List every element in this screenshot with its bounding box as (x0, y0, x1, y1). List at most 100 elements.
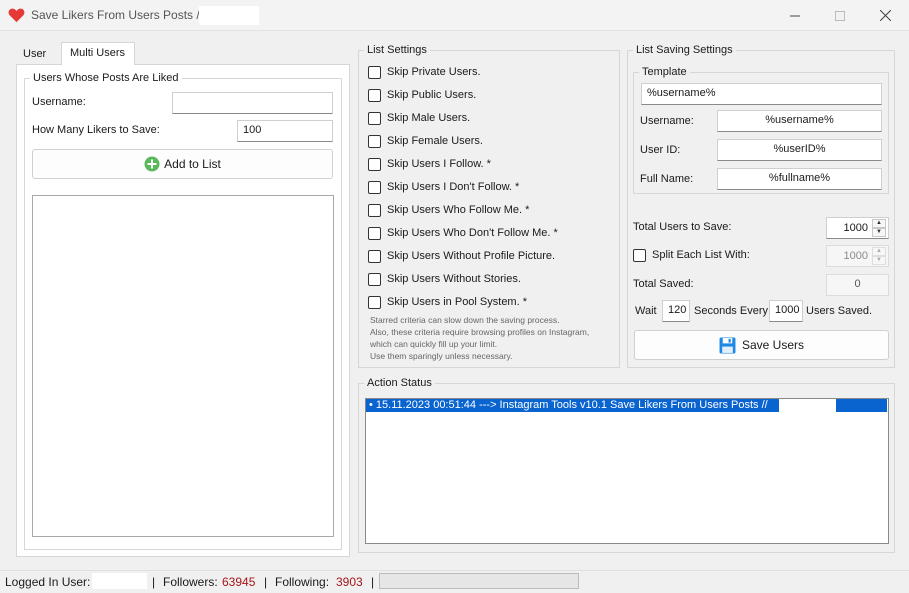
checkbox-label: Skip Users Who Follow Me. * (387, 204, 530, 216)
checkbox-box (368, 249, 381, 263)
criteria-note-line: which can quickly fill up your limit. (370, 339, 498, 349)
users-every-input[interactable]: 1000 (769, 300, 803, 322)
total-users-label: Total Users to Save: (633, 221, 732, 233)
fullname-placeholder-field[interactable]: %fullname% (717, 168, 882, 190)
template-fullname-label: Full Name: (640, 173, 694, 185)
skip-dont-follow-me-checkbox[interactable]: Skip Users Who Don't Follow Me. * (368, 225, 558, 241)
skip-male-checkbox[interactable]: Skip Male Users. (368, 110, 470, 126)
following-label: Following: (275, 575, 330, 589)
status-separator: | (371, 575, 375, 589)
split-count-stepper[interactable]: 1000 ▲ ▼ (826, 245, 889, 267)
list-settings-legend: List Settings (364, 44, 430, 56)
users-group-legend: Users Whose Posts Are Liked (30, 72, 182, 84)
checkbox-label: Skip Female Users. (387, 135, 483, 147)
skip-i-dont-follow-checkbox[interactable]: Skip Users I Don't Follow. * (368, 179, 519, 195)
template-legend: Template (639, 66, 690, 78)
checkbox-label: Skip Users I Don't Follow. * (387, 181, 520, 193)
checkbox-box (368, 295, 381, 309)
logged-in-label: Logged In User: (5, 575, 91, 589)
checkbox-box (368, 180, 381, 194)
checkbox-box (368, 134, 381, 148)
skip-pool-system-checkbox[interactable]: Skip Users in Pool System. * (368, 294, 527, 310)
skip-follow-me-checkbox[interactable]: Skip Users Who Follow Me. * (368, 202, 529, 218)
checkbox-box (368, 272, 381, 286)
checkbox-label: Split Each List With: (652, 249, 750, 261)
stepper-down-icon[interactable]: ▼ (872, 228, 886, 237)
add-to-list-label: Add to List (164, 157, 221, 171)
redacted-title-text (199, 6, 259, 25)
minimize-button[interactable] (772, 0, 818, 31)
template-username-label: Username: (640, 115, 694, 127)
total-saved-label: Total Saved: (633, 278, 694, 290)
users-listbox[interactable] (32, 195, 334, 537)
checkbox-label: Skip Public Users. (387, 89, 477, 101)
heart-icon (8, 8, 25, 23)
likers-count-input[interactable]: 100 (237, 120, 333, 142)
split-list-checkbox[interactable]: Split Each List With: (633, 247, 750, 263)
stepper-up-icon[interactable]: ▲ (872, 247, 886, 256)
redacted-username (779, 399, 836, 412)
criteria-note-line: Use them sparingly unless necessary. (370, 351, 513, 361)
checkbox-label: Skip Users Without Stories. (387, 273, 521, 285)
checkbox-box (368, 65, 381, 79)
skip-no-stories-checkbox[interactable]: Skip Users Without Stories. (368, 271, 521, 287)
status-separator: | (264, 575, 268, 589)
wait-seconds-input[interactable]: 120 (662, 300, 690, 322)
progress-bar (379, 573, 579, 589)
username-label: Username: (32, 96, 86, 108)
likers-count-label: How Many Likers to Save: (32, 124, 160, 136)
skip-private-checkbox[interactable]: Skip Private Users. (368, 64, 481, 80)
userid-placeholder-field[interactable]: %userID% (717, 139, 882, 161)
split-count-value: 1000 (843, 250, 868, 262)
action-status-listbox[interactable] (365, 398, 889, 544)
followers-label: Followers: (163, 575, 218, 589)
checkbox-label: Skip Private Users. (387, 66, 481, 78)
followers-count: 63945 (222, 575, 256, 589)
checkbox-label: Skip Users Who Don't Follow Me. * (387, 227, 558, 239)
template-input[interactable]: %username% (641, 83, 882, 105)
save-users-label: Save Users (741, 338, 805, 352)
checkbox-label: Skip Users I Follow. * (387, 158, 491, 170)
username-input[interactable] (172, 92, 333, 114)
skip-female-checkbox[interactable]: Skip Female Users. (368, 133, 483, 149)
criteria-note-line: Starred criteria can slow down the savin… (370, 315, 560, 325)
redacted-logged-user (92, 573, 147, 589)
skip-i-follow-checkbox[interactable]: Skip Users I Follow. * (368, 156, 491, 172)
total-users-stepper[interactable]: 1000 ▲ ▼ (826, 217, 889, 239)
checkbox-box (368, 157, 381, 171)
add-to-list-button[interactable]: Add to List (32, 149, 333, 179)
maximize-icon (835, 10, 845, 21)
close-button[interactable] (862, 0, 908, 31)
following-count: 3903 (336, 575, 363, 589)
save-users-button[interactable]: Save Users (634, 330, 889, 360)
checkbox-box (633, 248, 646, 262)
checkbox-box (368, 88, 381, 102)
username-placeholder-field[interactable]: %username% (717, 110, 882, 132)
checkbox-label: Skip Users Without Profile Picture. (387, 250, 556, 262)
checkbox-box (368, 226, 381, 240)
close-icon (879, 10, 891, 21)
stepper-up-icon[interactable]: ▲ (872, 219, 886, 228)
template-userid-label: User ID: (640, 144, 681, 156)
minimize-icon (790, 15, 800, 16)
tab-user[interactable]: User (16, 43, 61, 64)
list-saving-settings-legend: List Saving Settings (633, 44, 736, 56)
skip-no-profile-picture-checkbox[interactable]: Skip Users Without Profile Picture. (368, 248, 555, 264)
checkbox-box (368, 203, 381, 217)
skip-public-checkbox[interactable]: Skip Public Users. (368, 87, 476, 103)
status-separator: | (152, 575, 156, 589)
stepper-down-icon[interactable]: ▼ (872, 256, 886, 265)
window-title: Save Likers From Users Posts // (31, 8, 204, 22)
maximize-button[interactable] (817, 0, 863, 31)
tab-multi-users[interactable]: Multi Users (61, 42, 135, 65)
plus-circle-icon (144, 156, 160, 172)
seconds-every-label: Seconds Every (694, 305, 768, 317)
checkbox-box (368, 111, 381, 125)
total-saved-value: 0 (826, 274, 889, 296)
total-users-value: 1000 (843, 222, 868, 234)
action-status-legend: Action Status (364, 377, 435, 389)
checkbox-label: Skip Male Users. (387, 112, 471, 124)
checkbox-label: Skip Users in Pool System. * (387, 296, 527, 308)
wait-label: Wait (635, 305, 657, 317)
criteria-note-line: Also, these criteria require browsing pr… (370, 327, 590, 337)
